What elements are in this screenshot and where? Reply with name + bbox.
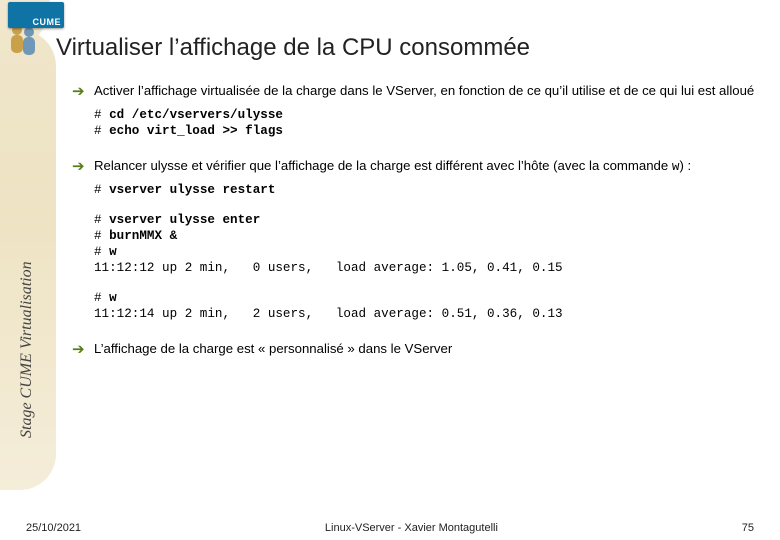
page-title: Virtualiser l’affichage de la CPU consom… xyxy=(56,34,530,62)
bullet-2-post: ) : xyxy=(679,158,691,173)
content-area: ➔ Activer l’affichage virtualisée de la … xyxy=(72,76,762,359)
footer-date: 25/10/2021 xyxy=(26,522,81,534)
bullet-2: ➔ Relancer ulysse et vérifier que l’affi… xyxy=(72,157,762,176)
logo: CUME xyxy=(8,2,64,28)
logo-text: CUME xyxy=(33,17,62,27)
code-block-1: # cd /etc/vservers/ulysse # echo virt_lo… xyxy=(94,107,762,139)
arrow-icon: ➔ xyxy=(72,157,94,176)
slide: CUME Virtualiser l’affichage de la CPU c… xyxy=(0,0,780,540)
footer-center: Linux-VServer - Xavier Montagutelli xyxy=(81,522,742,534)
bullet-2-text: Relancer ulysse et vérifier que l’affich… xyxy=(94,157,691,176)
bullet-1: ➔ Activer l’affichage virtualisée de la … xyxy=(72,82,762,101)
bullet-2-pre: Relancer ulysse et vérifier que l’affich… xyxy=(94,158,672,173)
code-block-2: # vserver ulysse restart xyxy=(94,182,762,198)
bullet-3-text: L’affichage de la charge est « personnal… xyxy=(94,340,452,357)
arrow-icon: ➔ xyxy=(72,82,94,101)
code-block-4: # w 11:12:14 up 2 min, 2 users, load ave… xyxy=(94,290,762,322)
bullet-1-text: Activer l’affichage virtualisée de la ch… xyxy=(94,82,754,99)
bullet-3: ➔ L’affichage de la charge est « personn… xyxy=(72,340,762,359)
footer: 25/10/2021 Linux-VServer - Xavier Montag… xyxy=(0,522,780,534)
code-block-3: # vserver ulysse enter # burnMMX & # w 1… xyxy=(94,212,762,276)
arrow-icon: ➔ xyxy=(72,340,94,359)
footer-page: 75 xyxy=(742,522,754,534)
side-label: Stage CUME Virtualisation xyxy=(18,261,36,438)
